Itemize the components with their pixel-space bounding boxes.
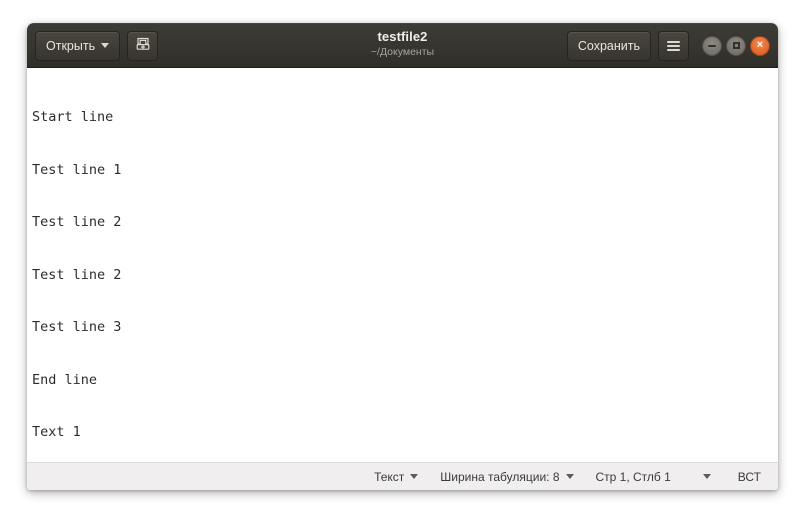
menu-button[interactable] xyxy=(658,30,689,61)
cursor-position-label: Стр 1, Стлб 1 xyxy=(595,469,671,484)
save-button-label: Сохранить xyxy=(577,38,640,53)
tab-width-selector[interactable]: Ширина табуляции: 8 xyxy=(429,463,584,490)
insert-mode-label: ВСТ xyxy=(737,469,761,484)
close-button[interactable]: × xyxy=(750,35,770,56)
save-button[interactable]: Сохранить xyxy=(566,30,651,61)
status-bar: Текст Ширина табуляции: 8 Стр 1, Стлб 1 … xyxy=(27,462,778,490)
minimize-button[interactable] xyxy=(702,35,722,56)
maximize-button[interactable] xyxy=(726,35,746,56)
open-button[interactable]: Открыть xyxy=(35,30,121,61)
document-line: Test line 2 xyxy=(32,266,122,283)
document-line: Test line 2 xyxy=(32,214,122,230)
chevron-down-icon xyxy=(410,474,419,479)
document-line: Test line 1 xyxy=(32,161,122,178)
window-titlebar: Открыть testfile2 ~/Документы Сохранить xyxy=(27,23,778,68)
document-line: Start line xyxy=(32,109,114,125)
tab-width-label: Ширина табуляции: 8 xyxy=(440,469,560,484)
chevron-down-icon xyxy=(702,474,711,479)
open-button-label: Открыть xyxy=(46,38,96,53)
document-line: End line xyxy=(32,371,98,388)
close-icon: × xyxy=(756,39,764,51)
save-as-icon xyxy=(135,36,151,55)
text-editor-window: Открыть testfile2 ~/Документы Сохранить xyxy=(27,23,778,490)
language-selector[interactable]: Текст xyxy=(363,463,429,490)
maximize-icon xyxy=(732,42,740,49)
document-lines: Start line Test line 1 Test line 2 Test … xyxy=(32,74,778,462)
chevron-down-icon xyxy=(565,474,574,479)
insert-mode-indicator: ВСТ xyxy=(722,470,765,484)
titlebar-right-controls: Сохранить × xyxy=(566,30,770,61)
language-selector-label: Текст xyxy=(374,469,405,484)
cursor-position-selector[interactable]: Стр 1, Стлб 1 xyxy=(585,463,722,490)
titlebar-left-controls: Открыть xyxy=(35,30,159,61)
document-line: Text 1 xyxy=(32,424,81,440)
document-line: Test line 3 xyxy=(32,319,122,335)
chevron-down-icon xyxy=(101,43,110,48)
window-control-group: × xyxy=(702,35,770,56)
hamburger-menu-icon xyxy=(667,40,680,51)
document-text-area[interactable]: Start line Test line 1 Test line 2 Test … xyxy=(27,68,778,462)
save-as-button[interactable] xyxy=(127,30,159,61)
minimize-icon xyxy=(708,44,716,47)
